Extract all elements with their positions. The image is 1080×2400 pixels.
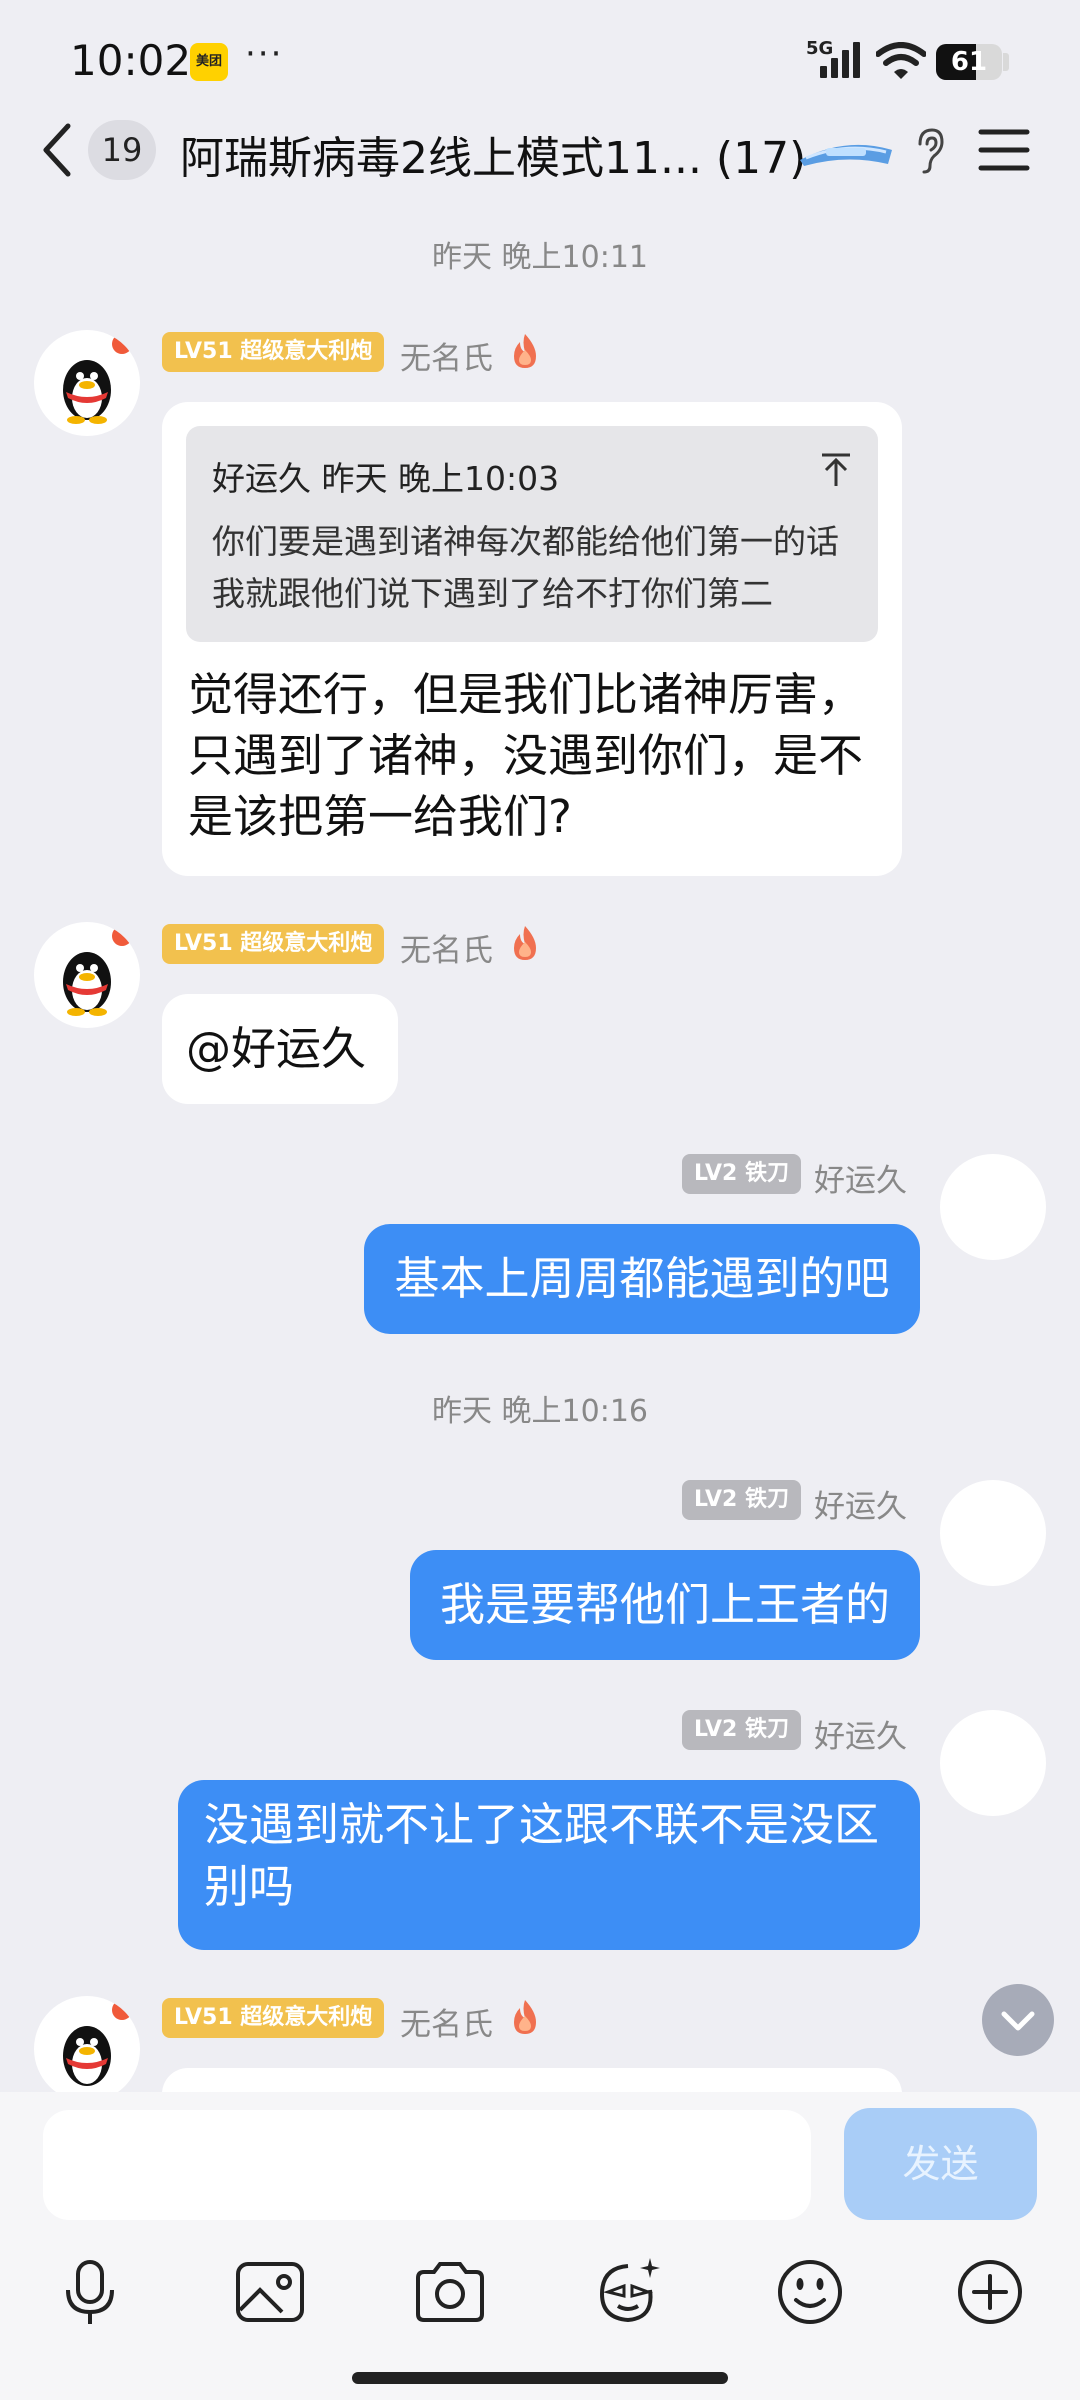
battery-level: 61 bbox=[950, 47, 988, 77]
ear-icon[interactable] bbox=[912, 126, 946, 174]
message-bubble[interactable]: 基本上周周都能遇到的吧 bbox=[364, 1224, 920, 1334]
quoted-reply-header: 好运久 昨天 晚上10:03 bbox=[212, 459, 560, 498]
image-icon[interactable] bbox=[230, 2252, 310, 2332]
sender-name[interactable]: 无名氏 bbox=[400, 333, 493, 378]
message-line: 没遇到就不让了这跟不联不是没区 bbox=[204, 1798, 880, 1851]
message-line: 觉得还行，但是我们比诸神厉害， bbox=[188, 668, 864, 721]
message-line: 别吗 bbox=[204, 1860, 295, 1913]
clock: 10:02 bbox=[70, 36, 192, 85]
mic-icon[interactable] bbox=[50, 2252, 130, 2332]
composer: 发送 bbox=[0, 2092, 1080, 2400]
penguin-avatar-icon bbox=[63, 2000, 132, 2086]
message-bubble[interactable]: @好运久 bbox=[162, 994, 398, 1104]
message-bubble[interactable] bbox=[162, 2068, 902, 2092]
message-bubble[interactable]: 我是要帮他们上王者的 bbox=[410, 1550, 920, 1660]
wifi-icon bbox=[876, 42, 926, 79]
battery-icon: 61 bbox=[936, 44, 1002, 80]
chat-title[interactable]: 阿瑞斯病毒2线上模式11... (17) bbox=[180, 122, 806, 186]
avatar[interactable] bbox=[940, 1480, 1046, 1586]
jump-to-original-icon[interactable] bbox=[820, 452, 852, 488]
quoted-reply[interactable]: 好运久 昨天 晚上10:03 你们要是遇到诸神每次都能给他们第一的话我就跟他们说… bbox=[186, 426, 878, 642]
scroll-to-bottom-button[interactable] bbox=[982, 1984, 1054, 2056]
meituan-notification-icon: 美团 bbox=[190, 43, 228, 81]
chat-header: 19 阿瑞斯病毒2线上模式11... (17) bbox=[0, 110, 1080, 190]
status-bar: 10:02 美团 ··· 5G 61 bbox=[0, 0, 1080, 120]
quoted-reply-text: 你们要是遇到诸神每次都能给他们第一的话我就跟他们说下遇到了给不打你们第二 bbox=[212, 522, 839, 613]
more-notifications-indicator: ··· bbox=[245, 34, 284, 74]
camera-icon[interactable] bbox=[410, 2252, 490, 2332]
sender-name[interactable]: 好运久 bbox=[814, 1155, 907, 1200]
message-bubble[interactable]: 没遇到就不让了这跟不联不是没区 别吗 bbox=[178, 1780, 920, 1950]
send-button[interactable]: 发送 bbox=[844, 2108, 1037, 2220]
unread-count-badge[interactable]: 19 bbox=[88, 120, 156, 180]
menu-icon[interactable] bbox=[978, 128, 1030, 172]
member-level-tag: LV51 超级意大利炮 bbox=[162, 1998, 385, 2038]
message-input[interactable] bbox=[43, 2110, 811, 2220]
sender-name[interactable]: 好运久 bbox=[814, 1481, 907, 1526]
back-arrow-icon[interactable] bbox=[38, 118, 78, 182]
emoji-icon[interactable] bbox=[770, 2252, 850, 2332]
partial-message: LV51 超级意大利炮 无名氏 bbox=[0, 1990, 1080, 2092]
fire-icon bbox=[514, 926, 536, 960]
member-level-tag: LV2 铁刀 bbox=[682, 1154, 801, 1194]
sender-name[interactable]: 好运久 bbox=[814, 1711, 907, 1756]
avatar[interactable] bbox=[34, 1996, 140, 2092]
penguin-avatar-icon bbox=[63, 334, 132, 424]
member-level-tag: LV51 超级意大利炮 bbox=[162, 924, 385, 964]
message-timestamp: 昨天 晚上10:11 bbox=[432, 240, 648, 275]
message-timestamp: 昨天 晚上10:16 bbox=[432, 1394, 648, 1429]
sender-name[interactable]: 无名氏 bbox=[400, 1999, 493, 2044]
penguin-avatar-icon bbox=[63, 926, 132, 1016]
message-line: 是该把第一给我们? bbox=[188, 790, 572, 843]
message-bubble[interactable]: 好运久 昨天 晚上10:03 你们要是遇到诸神每次都能给他们第一的话我就跟他们说… bbox=[162, 402, 902, 876]
avatar[interactable] bbox=[940, 1710, 1046, 1816]
member-level-tag: LV2 铁刀 bbox=[682, 1480, 801, 1520]
member-level-tag: LV2 铁刀 bbox=[682, 1710, 801, 1750]
member-level-tag: LV51 超级意大利炮 bbox=[162, 332, 385, 372]
group-level-badge-icon[interactable] bbox=[796, 136, 896, 168]
fire-icon bbox=[514, 334, 536, 368]
message-text: 觉得还行，但是我们比诸神厉害， 只遇到了诸神，没遇到你们，是不 是该把第一给我们… bbox=[188, 664, 863, 847]
cellular-signal-icon: 5G bbox=[806, 38, 866, 82]
sender-name[interactable]: 无名氏 bbox=[400, 925, 493, 970]
network-type: 5G bbox=[806, 38, 834, 59]
avatar[interactable] bbox=[940, 1154, 1046, 1260]
avatar[interactable] bbox=[34, 330, 140, 436]
home-indicator[interactable] bbox=[352, 2372, 728, 2384]
message-line: 只遇到了诸神，没遇到你们，是不 bbox=[188, 729, 864, 782]
face-effect-icon[interactable] bbox=[588, 2252, 668, 2332]
fire-icon bbox=[514, 2000, 536, 2034]
plus-icon[interactable] bbox=[950, 2252, 1030, 2332]
chevron-down-icon bbox=[1001, 2011, 1035, 2031]
avatar[interactable] bbox=[34, 922, 140, 1028]
